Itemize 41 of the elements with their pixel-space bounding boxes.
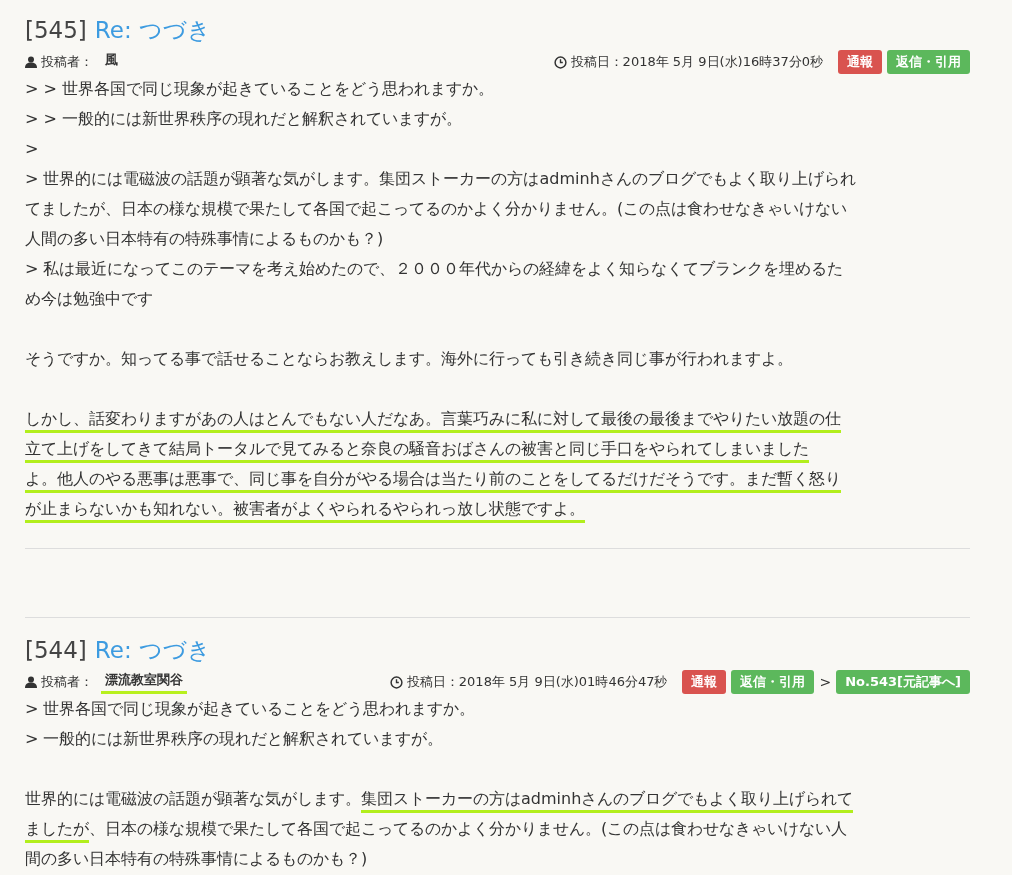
post-text: > 世界各国で同じ現象が起きていることをどう思われますか。 bbox=[25, 698, 476, 720]
post-text: 人間の多い日本特有の特殊事情によるものかも？) bbox=[25, 228, 384, 250]
post-text: > > 一般的には新世界秩序の現れだと解釈されていますが。 bbox=[25, 108, 462, 130]
post-number: [545] bbox=[25, 16, 87, 45]
post-text: そうですか。知ってる事で話せることならお教えします。海外に行っても引き続き同じ事が行われますよ。 bbox=[25, 348, 793, 370]
underlined-text: よ。 bbox=[25, 466, 57, 493]
post-text: 世界的には電磁波の話題が顕著な気がします。 bbox=[25, 788, 361, 810]
report-button[interactable]: 通報 bbox=[838, 50, 882, 74]
post-date: 投稿日：2018年 5月 9日(水)16時37分0秒 bbox=[570, 53, 823, 71]
post-text: > bbox=[25, 138, 39, 160]
post-title-link[interactable]: Re: つづき bbox=[94, 12, 212, 48]
post-text: め今は勉強中です bbox=[25, 288, 153, 310]
post-date: 投稿日：2018年 5月 9日(水)01時46分47秒 bbox=[406, 673, 668, 691]
reply-quote-button[interactable]: 返信・引用 bbox=[887, 50, 970, 74]
post-number: [544] bbox=[25, 636, 87, 665]
post-title-link[interactable]: Re: つづき bbox=[94, 632, 212, 668]
underlined-text: が止まらないかも知れない。被害者がよくやられるやられっ放し状態ですよ。 bbox=[25, 496, 585, 523]
reply-quote-button[interactable]: 返信・引用 bbox=[731, 670, 815, 694]
post-text: > > 世界各国で同じ現象が起きていることをどう思われますか。 bbox=[25, 78, 494, 100]
post-text: > 一般的には新世界秩序の現れだと解釈されていますが。 bbox=[25, 728, 444, 750]
user-icon bbox=[25, 676, 37, 688]
underlined-text: しかし、話変わりますがあの人はとんでもない人だなあ。言葉巧みに私に対して最後の最後までやりたい放題の仕 bbox=[25, 406, 841, 433]
post-text: > 世界的には電磁波の話題が顕著な気がします。集団ストーカーの方はadminhさんのブログでもよく取り上げられ bbox=[25, 168, 856, 190]
post-text: 間の多い日本特有の特殊事情によるものかも？) bbox=[25, 848, 368, 870]
author-label: 投稿者： bbox=[41, 673, 93, 691]
author-name: 風 bbox=[104, 50, 119, 69]
underlined-text: 集団ストーカーの方はadminhさんのブログでもよく取り上げられて bbox=[361, 786, 854, 813]
author-name: 漂流教室関谷 bbox=[101, 670, 187, 694]
underlined-text: 他人のやる悪事は悪事で、同じ事を自分がやる場合は当たり前のことをしてるだけだそうです。まだ暫く怒り bbox=[57, 466, 841, 493]
clock-icon bbox=[553, 55, 567, 69]
underlined-text: ましたが bbox=[25, 816, 89, 843]
separator-text: > bbox=[819, 674, 832, 690]
original-post-button[interactable]: No.543[元記事へ] bbox=[836, 670, 970, 694]
author-label: 投稿者： bbox=[41, 53, 93, 71]
underlined-text: 立て上げをしてきて結局トータルで見てみると奈良の騒音おばさんの被害と同じ手口をやられてしまいました bbox=[25, 436, 809, 463]
post-text: 、日本の様な規模で果たして各国で起こってるのかよく分かりません。(この点は食わせなきゃいけない人 bbox=[89, 818, 848, 840]
user-icon bbox=[25, 56, 37, 68]
clock-icon bbox=[389, 675, 403, 689]
post-text: てましたが、日本の様な規模で果たして各国で起こってるのかよく分かりません。(この点は食わせなきゃいけない bbox=[25, 198, 848, 220]
report-button[interactable]: 通報 bbox=[682, 670, 727, 694]
post-text: > 私は最近になってこのテーマを考え始めたので、２０００年代からの経緯をよく知らなくてブランクを埋めるた bbox=[25, 258, 844, 280]
